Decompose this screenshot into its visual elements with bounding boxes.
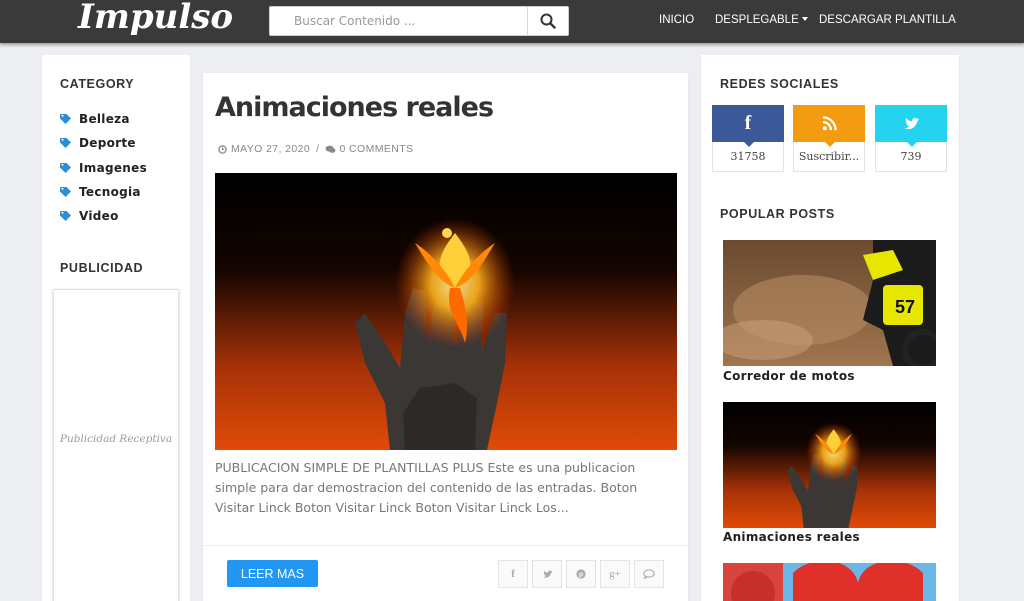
site-logo[interactable]: Impulso: [78, 0, 233, 37]
twitter-icon: [542, 570, 552, 578]
ad-placeholder-text: Publicidad Receptiva: [59, 433, 173, 445]
post-card: Animaciones reales MAYO 27, 2020 / 0 COM…: [203, 73, 688, 601]
category-heading: CATEGORY: [60, 77, 135, 91]
google-plus-icon: g+: [609, 568, 621, 580]
divider: [203, 545, 688, 546]
share-facebook-button[interactable]: f: [498, 560, 528, 588]
search-button[interactable]: [527, 7, 568, 35]
category-item-tecnogia[interactable]: Tecnogia: [60, 185, 141, 199]
social-facebook[interactable]: f 31758: [712, 105, 784, 172]
category-label: Video: [79, 209, 119, 223]
rss-icon: [822, 116, 837, 131]
post-meta: MAYO 27, 2020 / 0 COMMENTS: [218, 143, 413, 155]
share-twitter-button[interactable]: [532, 560, 562, 588]
read-more-button[interactable]: LEER MAS: [227, 560, 318, 587]
category-item-deporte[interactable]: Deporte: [60, 136, 136, 150]
popular-post-image-phoenix[interactable]: [723, 402, 936, 528]
left-sidebar: CATEGORY Belleza Deporte Imagenes Tecnog…: [42, 55, 190, 601]
meta-separator: /: [316, 143, 320, 155]
twitter-tile: [875, 105, 947, 147]
popular-post-image-motocross[interactable]: 57: [723, 240, 936, 366]
social-twitter[interactable]: 739: [875, 105, 947, 172]
share-pinterest-button[interactable]: p: [566, 560, 596, 588]
tag-icon: [60, 114, 71, 124]
category-item-imagenes[interactable]: Imagenes: [60, 161, 147, 175]
post-title[interactable]: Animaciones reales: [215, 92, 494, 123]
facebook-icon: f: [744, 112, 752, 134]
clock-icon: [218, 144, 227, 154]
category-label: Deporte: [79, 136, 136, 150]
category-item-belleza[interactable]: Belleza: [60, 112, 130, 126]
facebook-icon: f: [511, 568, 515, 580]
twitter-count: 739: [900, 150, 922, 163]
social-rss[interactable]: Suscribir...: [793, 105, 865, 172]
post-comments-count[interactable]: 0 COMMENTS: [339, 143, 413, 155]
search-input[interactable]: [270, 7, 528, 35]
popular-post-image-heart[interactable]: [723, 563, 936, 601]
share-comment-button[interactable]: [634, 560, 664, 588]
right-sidebar: REDES SOCIALES f 31758 Suscribir... 739 …: [701, 55, 959, 601]
rss-tile: [793, 105, 865, 147]
nav-inicio[interactable]: INICIO: [659, 14, 694, 26]
post-excerpt: PUBLICACION SIMPLE DE PLANTILLAS PLUS Es…: [215, 460, 638, 515]
twitter-icon: [904, 117, 919, 129]
comments-icon: [326, 145, 336, 153]
popular-posts-heading: POPULAR POSTS: [720, 207, 835, 221]
category-label: Imagenes: [79, 161, 148, 175]
pinterest-icon: p: [576, 569, 586, 579]
category-label: Tecnogia: [79, 185, 141, 199]
facebook-count: 31758: [730, 150, 766, 163]
search-icon: [540, 13, 556, 29]
comment-icon: [643, 569, 655, 579]
category-label: Belleza: [79, 112, 130, 126]
tag-icon: [60, 187, 71, 197]
tag-icon: [60, 211, 71, 221]
facebook-tile: f: [712, 105, 784, 147]
post-featured-image[interactable]: [215, 173, 677, 450]
tag-icon: [60, 138, 71, 148]
rss-subscribe: Suscribir...: [798, 150, 860, 163]
nav-desplegable-dropdown[interactable]: DESPLEGABLE: [715, 14, 808, 26]
share-google-plus-button[interactable]: g+: [600, 560, 630, 588]
ad-heading: PUBLICIDAD: [60, 261, 144, 275]
popular-post-title[interactable]: Corredor de motos: [723, 369, 855, 383]
nav-descargar-plantilla[interactable]: DESCARGAR PLANTILLA: [819, 14, 956, 26]
post-date: MAYO 27, 2020: [231, 143, 311, 155]
search-box: [269, 6, 569, 36]
svg-text:p: p: [579, 572, 583, 579]
ad-box[interactable]: Publicidad Receptiva: [53, 289, 179, 601]
tag-icon: [60, 163, 71, 173]
category-item-video[interactable]: Video: [60, 209, 119, 223]
svg-text:57: 57: [895, 297, 915, 317]
popular-post-title[interactable]: Animaciones reales: [723, 530, 860, 544]
social-heading: REDES SOCIALES: [720, 77, 839, 91]
caret-down-icon: [801, 17, 808, 21]
top-navbar: Impulso INICIO DESPLEGABLE DESCARGAR PLA…: [0, 0, 1024, 43]
nav-desplegable-label: DESPLEGABLE: [715, 14, 799, 26]
